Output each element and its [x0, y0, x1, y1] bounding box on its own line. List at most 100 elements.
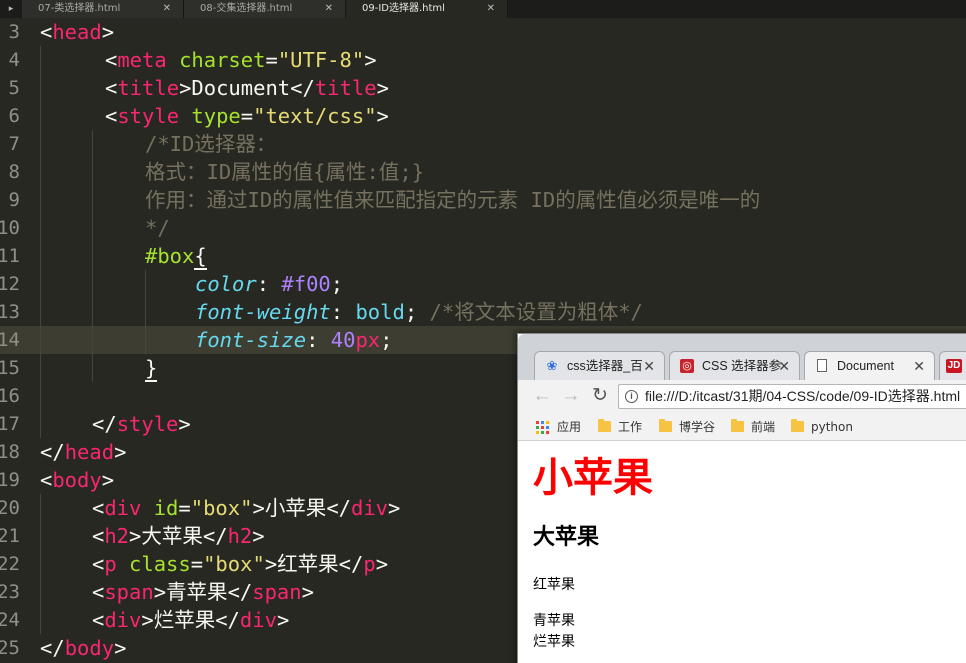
close-icon[interactable]: ✕: [163, 0, 171, 17]
line-number: 10: [0, 217, 20, 239]
editor-tab-09-active[interactable]: 09-ID选择器.html ✕: [346, 0, 508, 18]
code-text: </body>: [40, 636, 127, 660]
tab-scroll-icon[interactable]: ▸: [0, 0, 22, 18]
close-icon[interactable]: ✕: [487, 0, 495, 17]
bookmark-label: python: [811, 420, 853, 434]
browser-tab-document[interactable]: Document ✕: [804, 351, 935, 381]
folder-icon: [791, 419, 804, 432]
line-number: 24: [0, 609, 20, 631]
bookmark-folder-boxuegu[interactable]: 博学谷: [658, 413, 715, 441]
line-number: 7: [8, 133, 20, 155]
code-text: <div>烂苹果</div>: [92, 608, 290, 632]
browser-window: ❀ css选择器_百 ✕ ◎ CSS 选择器参 ✕ Document ✕ JD …: [517, 333, 966, 663]
bookmark-folder-frontend[interactable]: 前端: [730, 413, 775, 441]
line-number: 12: [0, 273, 20, 295]
line-number: 5: [8, 77, 20, 99]
screen: ▸ 07-类选择器.html ✕ 08-交集选择器.html ✕ 09-ID选择…: [0, 0, 966, 663]
jd-icon: JD: [946, 359, 962, 373]
page-span: 青苹果: [533, 613, 575, 629]
line-number: 19: [0, 469, 20, 491]
editor-tab-label: 07-类选择器.html: [38, 3, 121, 14]
page-icon: [817, 359, 827, 372]
close-icon[interactable]: ✕: [325, 0, 333, 17]
code-text: }: [145, 356, 158, 382]
code-text: <span>青苹果</span>: [92, 580, 314, 604]
reload-button[interactable]: ↻: [588, 384, 612, 408]
code-text: </style>: [92, 412, 191, 436]
code-text: <body>: [40, 468, 115, 492]
line-number: 15: [0, 357, 20, 379]
line-number: 25: [0, 637, 20, 659]
browser-tab-label: CSS 选择器参: [702, 359, 782, 373]
code-line: 3 <head>: [0, 18, 966, 46]
folder-icon: [731, 419, 744, 432]
line-number: 9: [8, 189, 20, 211]
code-line: 9 作用：通过ID的属性值来匹配指定的元素 ID的属性值必须是唯一的: [0, 186, 966, 214]
close-icon[interactable]: ✕: [643, 352, 655, 380]
info-icon[interactable]: i: [625, 390, 638, 403]
code-text: <title>Document</title>: [105, 76, 389, 100]
line-number: 4: [8, 49, 20, 71]
code-comment: */: [145, 216, 170, 240]
bookmark-label: 博学谷: [679, 420, 716, 434]
line-number: 21: [0, 525, 20, 547]
browser-tab-css-ref[interactable]: ◎ CSS 选择器参 ✕: [669, 351, 800, 381]
browser-toolbar: ← → ↻ i file:///D:/itcast/31期/04-CSS/cod…: [518, 380, 966, 413]
bookmark-folder-work[interactable]: 工作: [597, 413, 642, 441]
line-number: 18: [0, 441, 20, 463]
url-text: file:///D:/itcast/31期/04-CSS/code/09-ID选…: [645, 388, 961, 404]
code-text: </head>: [40, 440, 127, 464]
close-icon[interactable]: ✕: [778, 352, 790, 380]
bookmark-label: 应用: [557, 420, 582, 434]
page-h2: 大苹果: [533, 525, 600, 550]
line-number: 13: [0, 301, 20, 323]
address-bar[interactable]: i file:///D:/itcast/31期/04-CSS/code/09-I…: [618, 384, 966, 409]
page-box-div: 小苹果: [533, 455, 653, 501]
line-number: 3: [8, 21, 20, 43]
bookmark-folder-python[interactable]: python: [790, 413, 853, 441]
page-viewport: 小苹果 大苹果 红苹果 青苹果 烂苹果: [518, 441, 966, 663]
page-div: 烂苹果: [533, 634, 575, 650]
bookmark-label: 前端: [751, 420, 776, 434]
code-line: 5 <title>Document</title>: [0, 74, 966, 102]
line-number: 17: [0, 413, 20, 435]
code-comment: 格式：ID属性的值{属性:值;}: [145, 160, 425, 184]
browser-tab-jd[interactable]: JD: [939, 351, 966, 381]
back-button[interactable]: ←: [530, 384, 554, 408]
close-icon[interactable]: ✕: [913, 352, 925, 380]
editor-tab-bar: ▸ 07-类选择器.html ✕ 08-交集选择器.html ✕ 09-ID选择…: [0, 0, 966, 18]
editor-tab-08[interactable]: 08-交集选择器.html ✕: [184, 0, 346, 18]
code-line: 8 格式：ID属性的值{属性:值;}: [0, 158, 966, 186]
paw-icon: ❀: [546, 358, 558, 373]
apps-grid-icon: [536, 421, 549, 434]
code-text: font-size: 40px;: [195, 328, 393, 352]
forward-button[interactable]: →: [559, 384, 583, 408]
page-paragraph: 红苹果: [533, 577, 575, 593]
code-text: color: #f00;: [195, 272, 344, 296]
code-text: <meta charset="UTF-8">: [105, 48, 377, 72]
editor-tab-label: 09-ID选择器.html: [362, 3, 445, 14]
line-number: 22: [0, 553, 20, 575]
line-number: 11: [0, 245, 20, 267]
code-line: 11 #box{: [0, 242, 966, 270]
line-number: 23: [0, 581, 20, 603]
line-number: 20: [0, 497, 20, 519]
code-line: 6 <style type="text/css">: [0, 102, 966, 130]
folder-icon: [659, 419, 672, 432]
code-text: #box{: [145, 244, 207, 270]
browser-tab-baidu[interactable]: ❀ css选择器_百 ✕: [534, 351, 665, 381]
bookmark-label: 工作: [618, 420, 643, 434]
editor-tab-07[interactable]: 07-类选择器.html ✕: [22, 0, 184, 18]
bookmark-apps[interactable]: 应用: [536, 413, 581, 441]
code-line: 12 color: #f00;: [0, 270, 966, 298]
code-line: 7 /*ID选择器：: [0, 130, 966, 158]
line-number: 8: [8, 161, 20, 183]
bookmarks-bar: 应用 工作 博学谷 前端 python: [518, 413, 966, 441]
code-line: 4 <meta charset="UTF-8">: [0, 46, 966, 74]
site-icon: ◎: [680, 359, 694, 373]
code-line: 10 */: [0, 214, 966, 242]
browser-tab-label: css选择器_百: [567, 359, 643, 373]
code-text: <p class="box">红苹果</p>: [92, 552, 389, 576]
browser-tab-label: Document: [837, 359, 894, 373]
editor-tab-label: 08-交集选择器.html: [200, 3, 293, 14]
